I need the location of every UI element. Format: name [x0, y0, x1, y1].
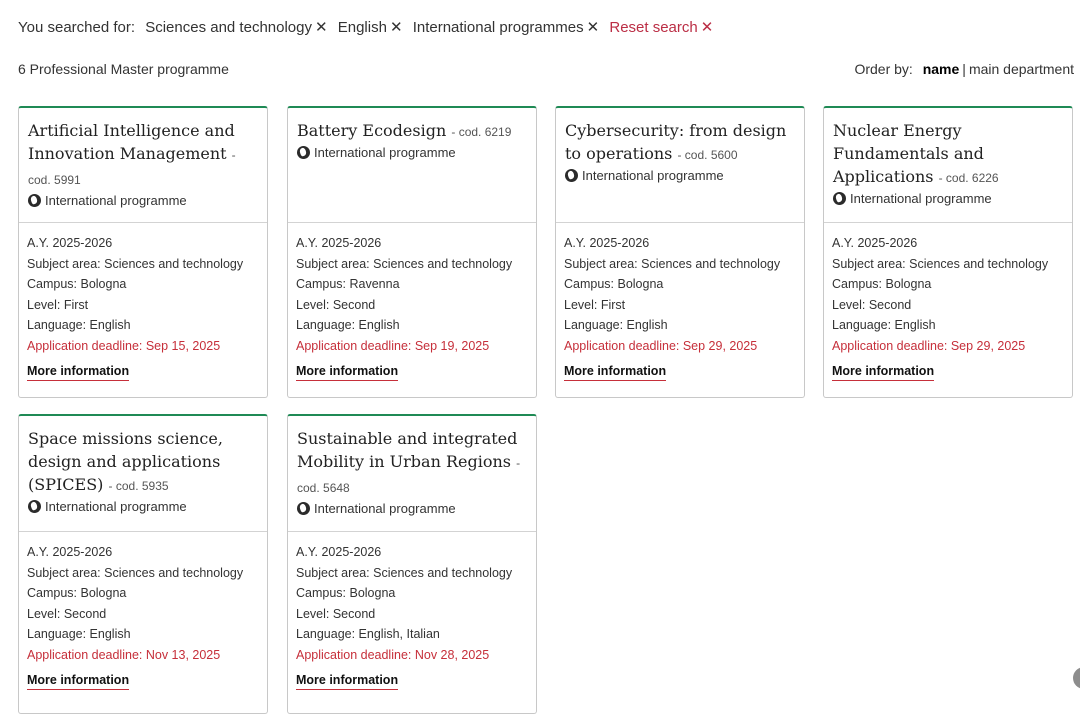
academic-year: A.Y. 2025-2026 — [564, 236, 650, 250]
card-header: Cybersecurity: from design to operations… — [556, 108, 804, 223]
more-information-link[interactable]: More information — [296, 672, 399, 690]
programme-code: - cod. 5935 — [108, 479, 169, 493]
programme-card: Sustainable and integrated Mobility in U… — [287, 414, 537, 714]
order-separator: | — [962, 61, 966, 77]
card-details: A.Y. 2025-2026 Subject area: Sciences an… — [19, 532, 267, 691]
card-details: A.Y. 2025-2026 Subject area: Sciences an… — [556, 223, 804, 382]
programme-card: Battery Ecodesign - cod. 6219 Internatio… — [287, 106, 537, 398]
application-deadline: Application deadline: Sep 19, 2025 — [296, 338, 490, 353]
academic-year: A.Y. 2025-2026 — [296, 545, 382, 559]
programme-code: - cod. 5600 — [677, 148, 738, 162]
card-details: A.Y. 2025-2026 Subject area: Sciences an… — [824, 223, 1072, 382]
subject-area: Subject area: Sciences and technology — [296, 256, 513, 271]
language: Language: English — [27, 627, 131, 641]
programme-card: Cybersecurity: from design to operations… — [555, 106, 805, 398]
language: Language: English — [564, 318, 668, 332]
academic-year: A.Y. 2025-2026 — [27, 236, 113, 250]
language: Language: English — [832, 318, 936, 332]
card-header: Space missions science, design and appli… — [19, 416, 267, 532]
card-details: A.Y. 2025-2026 Subject area: Sciences an… — [19, 223, 267, 382]
application-deadline: Application deadline: Nov 13, 2025 — [27, 647, 221, 662]
remove-filter-icon[interactable]: ✕ — [315, 19, 328, 36]
reset-search-link[interactable]: Reset search ✕ — [609, 19, 713, 36]
programme-code: - cod. 6226 — [938, 171, 999, 185]
language: Language: English, Italian — [296, 627, 440, 641]
order-by-department-link[interactable]: main department — [969, 61, 1074, 77]
more-information-link[interactable]: More information — [27, 363, 130, 381]
remove-filter-icon[interactable]: ✕ — [587, 19, 600, 36]
card-header: Battery Ecodesign - cod. 6219 Internatio… — [288, 108, 536, 223]
globe-icon — [833, 192, 846, 205]
filter-chip-international[interactable]: International programmes ✕ — [413, 19, 600, 36]
international-label: International programme — [297, 145, 527, 160]
order-by-name-link[interactable]: name — [923, 61, 960, 77]
more-information-link[interactable]: More information — [832, 363, 935, 381]
subject-area: Subject area: Sciences and technology — [564, 256, 781, 271]
filter-chip-subject[interactable]: Sciences and technology ✕ — [145, 19, 327, 36]
filters-prefix: You searched for: — [18, 19, 136, 36]
programme-card: Space missions science, design and appli… — [18, 414, 268, 714]
campus: Campus: Bologna — [296, 586, 396, 600]
results-count: 6 Professional Master programme — [18, 61, 229, 77]
scroll-to-top-button[interactable] — [1073, 667, 1080, 689]
filter-chip-language[interactable]: English ✕ — [338, 19, 403, 36]
level: Level: Second — [296, 297, 376, 312]
card-header: Artificial Intelligence and Innovation M… — [19, 108, 267, 223]
application-deadline: Application deadline: Sep 29, 2025 — [832, 338, 1026, 353]
campus: Campus: Bologna — [27, 277, 127, 291]
order-label: Order by: — [854, 61, 913, 77]
programme-title[interactable]: Nuclear Energy Fundamentals and Applicat… — [833, 119, 1063, 190]
programme-title[interactable]: Space missions science, design and appli… — [28, 427, 258, 498]
programme-title[interactable]: Artificial Intelligence and Innovation M… — [28, 119, 258, 192]
level: Level: Second — [27, 606, 107, 621]
language: Language: English — [296, 318, 400, 332]
academic-year: A.Y. 2025-2026 — [296, 236, 382, 250]
level: Level: First — [564, 297, 626, 312]
globe-icon — [297, 502, 310, 515]
academic-year: A.Y. 2025-2026 — [832, 236, 918, 250]
reset-close-icon[interactable]: ✕ — [701, 19, 714, 36]
campus: Campus: Ravenna — [296, 277, 400, 291]
globe-icon — [28, 500, 41, 513]
programme-title[interactable]: Battery Ecodesign - cod. 6219 — [297, 119, 527, 144]
campus: Campus: Bologna — [832, 277, 932, 291]
globe-icon — [297, 146, 310, 159]
academic-year: A.Y. 2025-2026 — [27, 545, 113, 559]
programme-title[interactable]: Sustainable and integrated Mobility in U… — [297, 427, 527, 500]
programme-code: - cod. 6219 — [451, 125, 512, 139]
application-deadline: Application deadline: Nov 28, 2025 — [296, 647, 490, 662]
remove-filter-icon[interactable]: ✕ — [390, 19, 403, 36]
subject-area: Subject area: Sciences and technology — [832, 256, 1049, 271]
programme-card: Nuclear Energy Fundamentals and Applicat… — [823, 106, 1073, 398]
international-label: International programme — [565, 168, 795, 183]
campus: Campus: Bologna — [27, 586, 127, 600]
subject-area: Subject area: Sciences and technology — [27, 565, 244, 580]
globe-icon — [565, 169, 578, 182]
language: Language: English — [27, 318, 131, 332]
more-information-link[interactable]: More information — [564, 363, 667, 381]
level: Level: Second — [296, 606, 376, 621]
card-header: Sustainable and integrated Mobility in U… — [288, 416, 536, 532]
card-details: A.Y. 2025-2026 Subject area: Sciences an… — [288, 223, 536, 382]
international-label: International programme — [28, 499, 258, 514]
subject-area: Subject area: Sciences and technology — [296, 565, 513, 580]
international-label: International programme — [297, 501, 527, 516]
card-header: Nuclear Energy Fundamentals and Applicat… — [824, 108, 1072, 223]
international-label: International programme — [833, 191, 1063, 206]
international-label: International programme — [28, 193, 258, 208]
subject-area: Subject area: Sciences and technology — [27, 256, 244, 271]
globe-icon — [28, 194, 41, 207]
campus: Campus: Bologna — [564, 277, 664, 291]
level: Level: Second — [832, 297, 912, 312]
application-deadline: Application deadline: Sep 29, 2025 — [564, 338, 758, 353]
search-filters: You searched for: Sciences and technolog… — [18, 18, 713, 36]
card-details: A.Y. 2025-2026 Subject area: Sciences an… — [288, 532, 536, 691]
application-deadline: Application deadline: Sep 15, 2025 — [27, 338, 221, 353]
more-information-link[interactable]: More information — [296, 363, 399, 381]
level: Level: First — [27, 297, 89, 312]
order-by: Order by: name | main department — [854, 61, 1074, 77]
programme-card: Artificial Intelligence and Innovation M… — [18, 106, 268, 398]
programme-title[interactable]: Cybersecurity: from design to operations… — [565, 119, 795, 167]
more-information-link[interactable]: More information — [27, 672, 130, 690]
